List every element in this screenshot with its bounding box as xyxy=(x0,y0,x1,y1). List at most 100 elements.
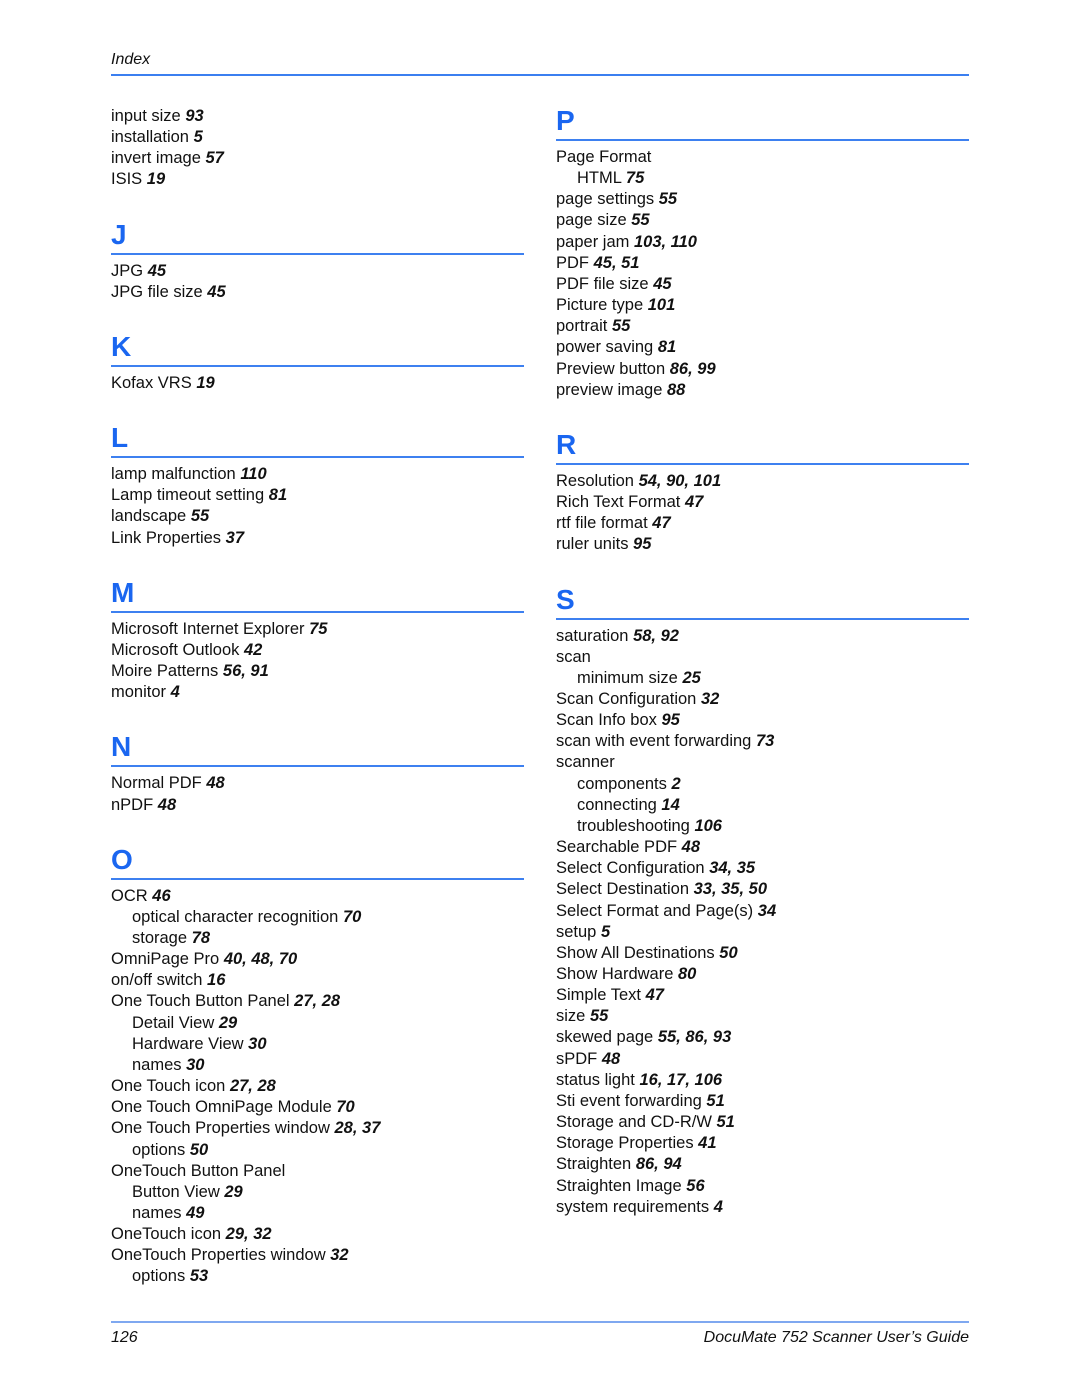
entry-page-refs[interactable]: 48 xyxy=(602,1050,620,1068)
entry-page-refs[interactable]: 58, 92 xyxy=(633,627,679,645)
entry-page-refs[interactable]: 95 xyxy=(633,535,651,553)
entry-page-refs[interactable]: 16 xyxy=(207,971,225,989)
entry-page-refs[interactable]: 50 xyxy=(719,944,737,962)
entry-page-refs[interactable]: 14 xyxy=(661,796,679,814)
entry-page-refs[interactable]: 48 xyxy=(206,774,224,792)
entry-page-refs[interactable]: 56 xyxy=(686,1177,704,1195)
entry-page-refs[interactable]: 70 xyxy=(343,908,361,926)
entry-page-refs[interactable]: 110 xyxy=(240,465,266,483)
entry-page-refs[interactable]: 40, 48, 70 xyxy=(224,950,297,968)
entry-page-refs[interactable]: 5 xyxy=(194,128,203,146)
entry-page-refs[interactable]: 2 xyxy=(671,775,680,793)
entry-term: installation xyxy=(111,128,189,147)
entry-page-refs[interactable]: 45 xyxy=(148,262,166,280)
entry-page-refs[interactable]: 4 xyxy=(171,683,180,701)
entry-term: optical character recognition xyxy=(132,907,339,926)
entry-page-refs[interactable]: 47 xyxy=(685,493,703,511)
index-subentry: names 49 xyxy=(111,1203,524,1224)
entry-page-refs[interactable]: 55 xyxy=(612,317,630,335)
entry-page-refs[interactable]: 46 xyxy=(152,887,170,905)
entry-term: OneTouch Button Panel xyxy=(111,1161,286,1180)
entry-term: Detail View xyxy=(132,1013,215,1032)
entry-page-refs[interactable]: 19 xyxy=(147,170,165,188)
entry-page-refs[interactable]: 95 xyxy=(662,711,680,729)
entry-page-refs[interactable]: 45 xyxy=(207,283,225,301)
entry-page-refs[interactable]: 50 xyxy=(190,1141,208,1159)
entry-term: Moire Patterns xyxy=(111,662,219,681)
entry-page-refs[interactable]: 32 xyxy=(701,690,719,708)
entry-page-refs[interactable]: 54, 90, 101 xyxy=(639,472,722,490)
entry-page-refs[interactable]: 93 xyxy=(185,107,203,125)
entry-page-refs[interactable]: 56, 91 xyxy=(223,662,269,680)
entry-page-refs[interactable]: 4 xyxy=(714,1198,723,1216)
entry-page-refs[interactable]: 34, 35 xyxy=(709,859,755,877)
entry-page-refs[interactable]: 57 xyxy=(205,149,223,167)
entry-page-refs[interactable]: 55 xyxy=(631,211,649,229)
entry-page-refs[interactable]: 103, 110 xyxy=(634,233,697,251)
entry-page-refs[interactable]: 27, 28 xyxy=(294,992,340,1010)
index-section-j: J JPG 45 JPG file size 45 xyxy=(111,219,524,303)
entry-page-refs[interactable]: 86, 94 xyxy=(636,1155,682,1173)
entry-page-refs[interactable]: 30 xyxy=(186,1056,204,1074)
entry-page-refs[interactable]: 73 xyxy=(756,732,774,750)
entry-page-refs[interactable]: 88 xyxy=(667,381,685,399)
entry-page-refs[interactable]: 47 xyxy=(646,986,664,1004)
entry-page-refs[interactable]: 55 xyxy=(191,507,209,525)
entry-page-refs[interactable]: 27, 28 xyxy=(230,1077,276,1095)
entry-page-refs[interactable]: 48 xyxy=(158,796,176,814)
index-entry: on/off switch 16 xyxy=(111,970,524,991)
index-entry: JPG file size 45 xyxy=(111,282,524,303)
entry-page-refs[interactable]: 70 xyxy=(336,1098,354,1116)
entry-page-refs[interactable]: 5 xyxy=(601,923,610,941)
index-subentry: optical character recognition 70 xyxy=(111,907,524,928)
index-subentry: Hardware View 30 xyxy=(111,1034,524,1055)
entry-page-refs[interactable]: 55 xyxy=(659,190,677,208)
right-sections: P Page Format HTML 75 page settings 55 page … xyxy=(556,106,969,1218)
entry-page-refs[interactable]: 80 xyxy=(678,965,696,983)
entry-page-refs[interactable]: 45 xyxy=(653,275,671,293)
entry-page-refs[interactable]: 19 xyxy=(196,374,214,392)
entry-page-refs[interactable]: 45, 51 xyxy=(594,254,640,272)
entry-page-refs[interactable]: 81 xyxy=(269,486,287,504)
index-entry: ruler units 95 xyxy=(556,534,969,555)
entry-page-refs[interactable]: 29, 32 xyxy=(226,1225,272,1243)
entry-page-refs[interactable]: 75 xyxy=(309,620,327,638)
index-subentry: storage 78 xyxy=(111,928,524,949)
entry-term: troubleshooting xyxy=(577,816,690,835)
entry-page-refs[interactable]: 75 xyxy=(626,169,644,187)
entry-page-refs[interactable]: 42 xyxy=(244,641,262,659)
entry-term: Page Format xyxy=(556,148,652,166)
entry-term: paper jam xyxy=(556,232,630,251)
entry-page-refs[interactable]: 25 xyxy=(682,669,700,687)
entry-page-refs[interactable]: 55, 86, 93 xyxy=(658,1028,731,1046)
entry-page-refs[interactable]: 53 xyxy=(190,1267,208,1285)
entry-term: Preview button xyxy=(556,359,666,378)
entry-term: One Touch Properties window xyxy=(111,1119,330,1138)
entry-page-refs[interactable]: 55 xyxy=(590,1007,608,1025)
entry-page-refs[interactable]: 28, 37 xyxy=(335,1119,381,1137)
entry-page-refs[interactable]: 106 xyxy=(694,817,722,835)
entry-page-refs[interactable]: 47 xyxy=(652,514,670,532)
entry-page-refs[interactable]: 51 xyxy=(706,1092,724,1110)
entry-page-refs[interactable]: 81 xyxy=(658,338,676,356)
entry-page-refs[interactable]: 78 xyxy=(192,929,210,947)
entry-page-refs[interactable]: 33, 35, 50 xyxy=(694,880,767,898)
entry-page-refs[interactable]: 51 xyxy=(716,1113,734,1131)
entry-page-refs[interactable]: 29 xyxy=(224,1183,242,1201)
entry-page-refs[interactable]: 49 xyxy=(186,1204,204,1222)
entry-page-refs[interactable]: 34 xyxy=(758,902,776,920)
entry-page-refs[interactable]: 16, 17, 106 xyxy=(639,1071,722,1089)
index-entry: nPDF 48 xyxy=(111,795,524,816)
index-entry: Select Configuration 34, 35 xyxy=(556,858,969,879)
index-entry: skewed page 55, 86, 93 xyxy=(556,1027,969,1048)
entry-page-refs[interactable]: 41 xyxy=(698,1134,716,1152)
entry-page-refs[interactable]: 32 xyxy=(330,1246,348,1264)
entry-page-refs[interactable]: 86, 99 xyxy=(670,360,716,378)
entry-page-refs[interactable]: 37 xyxy=(226,529,244,547)
entry-page-refs[interactable]: 30 xyxy=(248,1035,266,1053)
entry-page-refs[interactable]: 29 xyxy=(219,1014,237,1032)
entry-page-refs[interactable]: 48 xyxy=(682,838,700,856)
index-entry: Kofax VRS 19 xyxy=(111,373,524,394)
entry-page-refs[interactable]: 101 xyxy=(648,296,676,314)
